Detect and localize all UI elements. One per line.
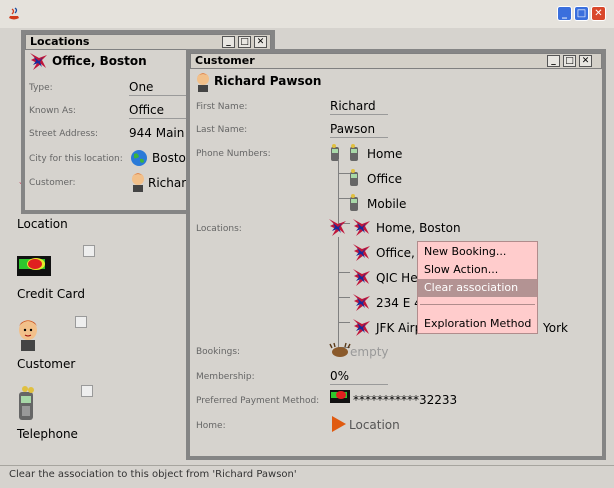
main-titlebar: _ □ ✕ <box>0 0 614 29</box>
close-button[interactable]: ✕ <box>579 55 592 67</box>
close-button[interactable]: ✕ <box>591 6 606 21</box>
menu-item-clear-association[interactable]: Clear association <box>418 279 537 297</box>
credit-card-icon[interactable] <box>330 389 351 404</box>
membership-label: Membership: <box>196 372 255 382</box>
location-icon[interactable] <box>352 268 372 288</box>
location-item-trailing-text: York <box>543 321 568 335</box>
java-app-icon <box>9 7 19 20</box>
credit-card-icon-label[interactable]: Credit Card <box>17 287 85 301</box>
customer-icon-label[interactable]: Customer <box>17 357 75 371</box>
maximize-button[interactable]: □ <box>563 55 576 67</box>
last-name-label: Last Name: <box>196 125 248 135</box>
customer-window-title: Customer <box>195 54 255 67</box>
payment-method-label: Preferred Payment Method: <box>196 396 320 406</box>
bookings-label: Bookings: <box>196 347 241 357</box>
location-icon-label[interactable]: Location <box>17 217 68 231</box>
bookings-value[interactable]: empty <box>350 345 389 359</box>
first-name-label: First Name: <box>196 102 248 112</box>
telephone-icon[interactable] <box>348 169 360 187</box>
first-name-value[interactable]: Richard <box>330 99 376 113</box>
location-icon[interactable] <box>352 293 372 313</box>
customer-window-body: Richard Pawson First Name: Richard Last … <box>190 69 602 456</box>
instances-icon[interactable] <box>75 316 87 328</box>
customer-icon <box>197 73 209 92</box>
locations-header-title: Office, Boston <box>52 54 147 68</box>
locations-window-title: Locations <box>30 35 90 48</box>
last-name-value[interactable]: Pawson <box>330 122 375 136</box>
city-value[interactable]: Bosto <box>152 151 186 165</box>
telephone-icon[interactable] <box>329 144 341 162</box>
telephone-icon[interactable] <box>17 386 41 422</box>
location-icon[interactable] <box>328 218 348 238</box>
location-icon <box>30 53 47 70</box>
location-icon[interactable] <box>352 218 372 238</box>
status-bar: Clear the association to this object fro… <box>0 465 614 488</box>
menu-separator <box>420 304 535 305</box>
booking-icon[interactable] <box>329 342 351 358</box>
membership-value[interactable]: 0% <box>330 369 349 383</box>
instances-icon[interactable] <box>83 245 95 257</box>
maximize-button[interactable]: □ <box>238 36 251 48</box>
credit-card-icon[interactable] <box>17 254 53 278</box>
location-icon[interactable] <box>352 318 372 338</box>
street-address-label: Street Address: <box>29 129 99 139</box>
customer-icon <box>132 173 144 192</box>
telephone-icon-label[interactable]: Telephone <box>17 427 78 441</box>
menu-item-new-booking[interactable]: New Booking... <box>418 243 537 261</box>
home-value[interactable]: Location <box>349 418 400 432</box>
street-address-value[interactable]: 944 Main <box>129 126 184 140</box>
menu-item-slow-action[interactable]: Slow Action... <box>418 261 537 279</box>
telephone-icon[interactable] <box>348 194 360 212</box>
phone-item[interactable]: Mobile <box>367 197 406 211</box>
location-item[interactable]: Home, Boston <box>376 221 461 235</box>
locations-window-titlebar[interactable]: Locations _ □ ✕ <box>25 34 271 50</box>
phone-numbers-label: Phone Numbers: <box>196 149 271 159</box>
telephone-icon[interactable] <box>348 144 360 162</box>
customer-window-titlebar[interactable]: Customer _ □ ✕ <box>190 53 602 69</box>
locations-label: Locations: <box>196 224 242 234</box>
payment-method-value[interactable]: ***********32233 <box>353 393 457 407</box>
customer-window[interactable]: Customer _ □ ✕ Richard Pawson First Name… <box>186 49 606 460</box>
known-as-value[interactable]: Office <box>129 103 164 117</box>
city-label: City for this location: <box>29 154 123 164</box>
known-as-label: Known As: <box>29 106 76 116</box>
minimize-button[interactable]: _ <box>557 6 572 21</box>
minimize-button[interactable]: _ <box>222 36 235 48</box>
close-button[interactable]: ✕ <box>254 36 267 48</box>
customer-icon[interactable] <box>17 318 41 352</box>
type-value[interactable]: One <box>129 80 153 94</box>
customer-label: Customer: <box>29 178 76 188</box>
context-menu[interactable]: New Booking... Slow Action... Clear asso… <box>417 241 538 334</box>
customer-header-title: Richard Pawson <box>214 74 322 88</box>
minimize-button[interactable]: _ <box>547 55 560 67</box>
home-label: Home: <box>196 421 226 431</box>
location-item[interactable]: 234 E 4 <box>376 296 422 310</box>
maximize-button[interactable]: □ <box>574 6 589 21</box>
type-label: Type: <box>29 83 53 93</box>
instances-icon[interactable] <box>81 385 93 397</box>
globe-icon <box>131 150 147 166</box>
location-icon[interactable] <box>352 243 372 263</box>
phone-item[interactable]: Home <box>367 147 402 161</box>
menu-item-exploration-method[interactable]: Exploration Method <box>418 315 537 333</box>
phone-item[interactable]: Office <box>367 172 402 186</box>
play-arrow-icon[interactable] <box>331 415 347 433</box>
location-item[interactable]: JFK Airp <box>376 321 422 335</box>
